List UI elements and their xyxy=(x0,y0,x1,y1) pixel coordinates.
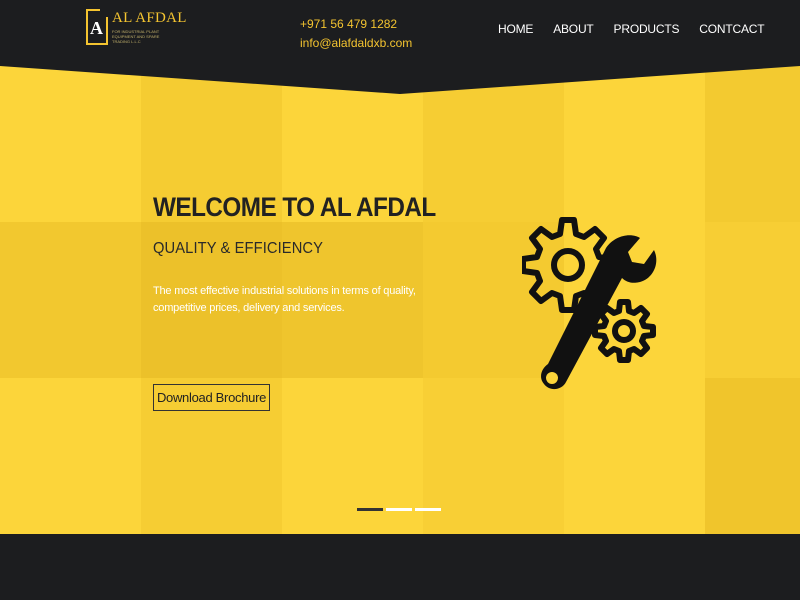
site-header: A AL AFDAL FOR INDUSTRIAL PLANT EQUIPMEN… xyxy=(0,0,800,66)
logo-name: AL AFDAL xyxy=(112,10,187,26)
download-brochure-button[interactable]: Download Brochure xyxy=(153,384,270,411)
nav-contact[interactable]: CONTCACT xyxy=(699,22,764,36)
logo-text: AL AFDAL FOR INDUSTRIAL PLANT EQUIPMENT … xyxy=(112,9,187,44)
page-footer-band xyxy=(0,534,800,600)
phone-link[interactable]: +971 56 479 1282 xyxy=(300,15,397,34)
hero-title: WELCOME TO AL AFDAL xyxy=(153,192,436,222)
nav-about[interactable]: ABOUT xyxy=(553,22,594,36)
nav-products[interactable]: PRODUCTS xyxy=(614,22,680,36)
main-nav: HOME ABOUT PRODUCTS CONTCACT xyxy=(498,22,784,36)
contact-info: +971 56 479 1282 info@alafdaldxb.com xyxy=(300,15,412,53)
logo-tagline: FOR INDUSTRIAL PLANT EQUIPMENT AND SPARE… xyxy=(112,29,160,44)
slider-indicators xyxy=(357,508,441,511)
nav-home[interactable]: HOME xyxy=(498,22,533,36)
email-link[interactable]: info@alafdaldxb.com xyxy=(300,34,412,53)
slide-indicator-3[interactable] xyxy=(415,508,441,511)
slide-indicator-2[interactable] xyxy=(386,508,412,511)
gears-wrench-icon xyxy=(522,217,657,390)
hero-description: The most effective industrial solutions … xyxy=(153,285,416,314)
hero-slider: WELCOME TO AL AFDAL QUALITY & EFFICIENCY… xyxy=(0,66,800,534)
logo-letter: A xyxy=(90,18,103,38)
logo-mark: A xyxy=(86,9,108,45)
logo[interactable]: A AL AFDAL FOR INDUSTRIAL PLANT EQUIPMEN… xyxy=(86,9,187,45)
slide-indicator-1[interactable] xyxy=(357,508,383,511)
hero-subtitle: QUALITY & EFFICIENCY xyxy=(153,240,324,257)
